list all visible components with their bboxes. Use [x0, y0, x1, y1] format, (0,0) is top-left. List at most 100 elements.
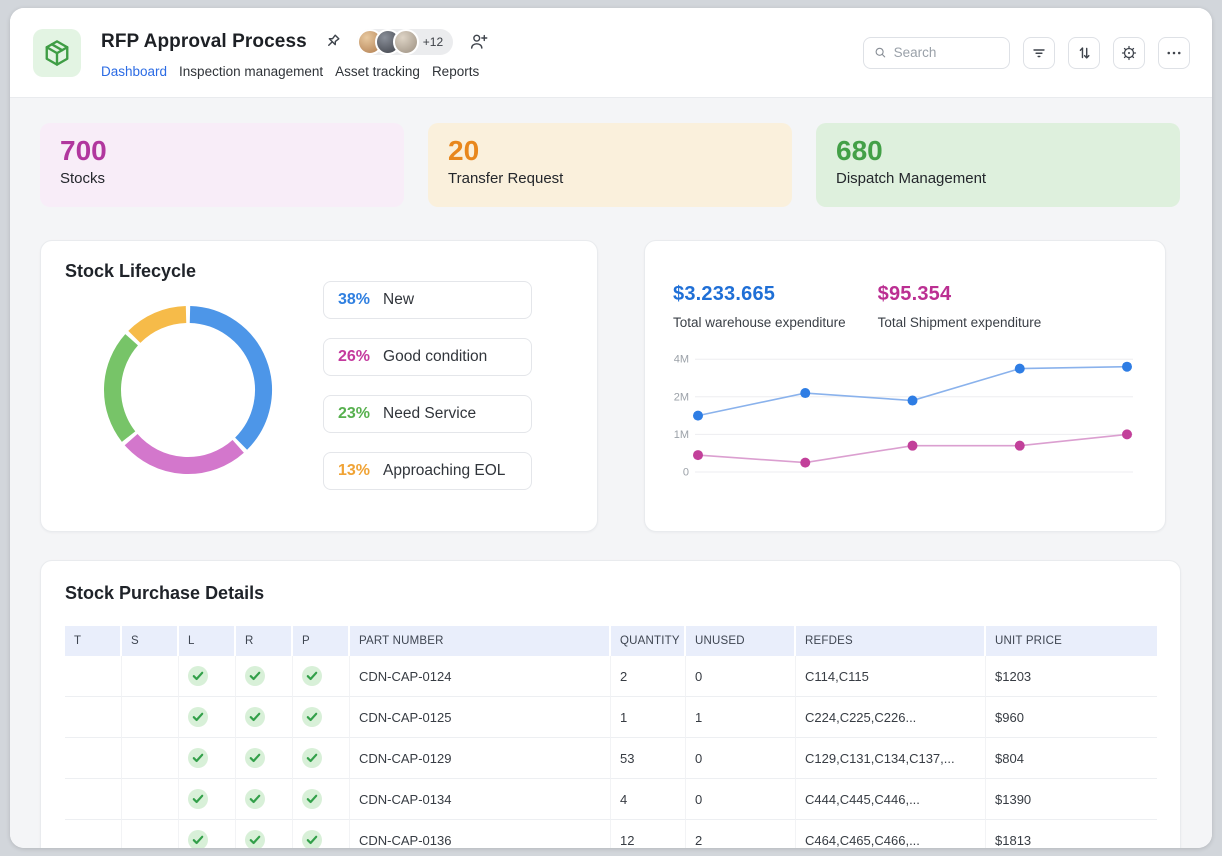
legend-percent: 38% — [338, 291, 371, 308]
legend-label: Approaching EOL — [383, 462, 506, 479]
search-icon — [875, 47, 886, 58]
check-icon — [245, 666, 265, 686]
table-row[interactable]: CDN-CAP-0125 1 1 C224,C225,C226... $960 — [65, 697, 1157, 738]
stat-value: 680 — [836, 135, 883, 166]
part-number-cell: CDN-CAP-0136 — [350, 820, 611, 848]
donut-segment-new — [189, 306, 272, 450]
legend-item-new[interactable]: 38% New — [323, 281, 532, 319]
column-header-t: T — [65, 626, 122, 656]
search-box[interactable] — [863, 36, 1010, 69]
data-point — [693, 450, 703, 461]
check-icon — [302, 830, 322, 848]
column-header-l: L — [179, 626, 236, 656]
unit-price-cell: $804 — [986, 738, 1157, 779]
data-point — [1122, 361, 1132, 372]
check-cell — [179, 820, 236, 848]
legend-item-need-service[interactable]: 23% Need Service — [323, 395, 532, 433]
nav-tab-dashboard[interactable]: Dashboard — [101, 64, 167, 79]
avatar-group[interactable]: +12 — [356, 28, 454, 55]
quantity-cell: 4 — [611, 779, 686, 820]
stock-lifecycle-donut-chart — [93, 295, 283, 490]
stock-lifecycle-legend: 38% New 26% Good condition 23% Need Service 13… — [323, 281, 532, 490]
app-header: RFP Approval Process +12 Dashboard Inspe… — [10, 8, 1212, 98]
warehouse-expenditure-label: Total warehouse expenditure — [673, 315, 846, 330]
check-cell — [293, 738, 350, 779]
check-icon — [188, 707, 208, 727]
unit-price-cell: $1813 — [986, 820, 1157, 848]
filter-icon — [1033, 48, 1045, 57]
unused-cell: 0 — [686, 738, 796, 779]
check-cell — [236, 738, 293, 779]
nav-tab-reports[interactable]: Reports — [432, 64, 479, 79]
check-icon — [302, 789, 322, 809]
quantity-cell: 1 — [611, 697, 686, 738]
legend-label: Good condition — [383, 348, 488, 365]
check-cell — [293, 820, 350, 848]
nav-tab-inspection-management[interactable]: Inspection management — [179, 64, 323, 79]
check-cell — [236, 820, 293, 848]
data-point — [800, 457, 811, 468]
empty-cell — [65, 656, 122, 697]
ellipsis-icon — [1167, 51, 1181, 54]
column-header-quantity: QUANTITY — [611, 626, 686, 656]
donut-segment-need-service — [104, 334, 139, 442]
stat-card-dispatch-management[interactable]: 680 Dispatch Management — [816, 123, 1180, 207]
column-header-refdes: REFDES — [796, 626, 986, 656]
search-input[interactable] — [893, 45, 999, 60]
empty-cell — [65, 697, 122, 738]
check-cell — [293, 779, 350, 820]
donut-segment-good-condition — [124, 433, 244, 474]
legend-percent: 23% — [338, 405, 371, 422]
empty-cell — [122, 738, 179, 779]
legend-percent: 13% — [338, 462, 371, 479]
table-row[interactable]: CDN-CAP-0134 4 0 C444,C445,C446,... $1390 — [65, 779, 1157, 820]
check-icon — [188, 830, 208, 848]
column-header-part-number: PART NUMBER — [350, 626, 611, 656]
data-point — [1014, 363, 1025, 374]
unit-price-cell: $960 — [986, 697, 1157, 738]
sort-icon — [1079, 46, 1090, 59]
table-row[interactable]: CDN-CAP-0136 12 2 C464,C465,C466,... $1813 — [65, 820, 1157, 848]
check-icon — [188, 789, 208, 809]
sort-button[interactable] — [1068, 36, 1100, 69]
part-number-cell: CDN-CAP-0124 — [350, 656, 611, 697]
refdes-cell: C129,C131,C134,C137,... — [796, 738, 986, 779]
more-button[interactable] — [1158, 36, 1190, 69]
check-icon — [245, 748, 265, 768]
stat-card-stocks[interactable]: 700 Stocks — [40, 123, 404, 207]
stat-card-transfer-request[interactable]: 20 Transfer Request — [428, 123, 792, 207]
column-header-unit-price: UNIT PRICE — [986, 626, 1157, 656]
pin-button[interactable] — [322, 32, 342, 52]
dashboard-content: 700 Stocks 20 Transfer Request 680 Dispatch M… — [10, 98, 1212, 848]
stock-purchase-card: Stock Purchase Details T S L R P PART NUMBER Q… — [40, 560, 1181, 848]
settings-button[interactable] — [1113, 36, 1145, 69]
shipment-expenditure-stat: $95.354 Total Shipment expenditure — [878, 283, 1042, 330]
legend-item-good-condition[interactable]: 26% Good condition — [323, 338, 532, 376]
check-cell — [236, 779, 293, 820]
y-axis-tick-label: 0 — [683, 467, 689, 479]
stock-lifecycle-card: Stock Lifecycle 38% New 26% Good condition 2… — [40, 240, 598, 532]
column-header-p: P — [293, 626, 350, 656]
table-row[interactable]: CDN-CAP-0124 2 0 C114,C115 $1203 — [65, 656, 1157, 697]
add-member-button[interactable] — [468, 31, 489, 52]
legend-item-approaching-eol[interactable]: 13% Approaching EOL — [323, 452, 532, 490]
stat-value: 20 — [448, 135, 480, 166]
filter-button[interactable] — [1023, 36, 1055, 69]
unused-cell: 0 — [686, 779, 796, 820]
check-icon — [188, 748, 208, 768]
data-point — [693, 410, 703, 421]
nav-tab-asset-tracking[interactable]: Asset tracking — [335, 64, 420, 79]
data-point — [907, 395, 918, 406]
table-row[interactable]: CDN-CAP-0129 53 0 C129,C131,C134,C137,... $8… — [65, 738, 1157, 779]
quantity-cell: 53 — [611, 738, 686, 779]
y-axis-tick-label: 2M — [674, 391, 689, 403]
legend-percent: 26% — [338, 348, 371, 365]
package-icon — [45, 39, 69, 66]
part-number-cell: CDN-CAP-0129 — [350, 738, 611, 779]
nav-tabs: Dashboard Inspection management Asset trac… — [101, 64, 863, 79]
check-icon — [302, 748, 322, 768]
column-header-r: R — [236, 626, 293, 656]
avatar-overflow-count: +12 — [422, 34, 444, 49]
shipment-expenditure-label: Total Shipment expenditure — [877, 315, 1042, 330]
user-plus-icon — [471, 34, 488, 49]
